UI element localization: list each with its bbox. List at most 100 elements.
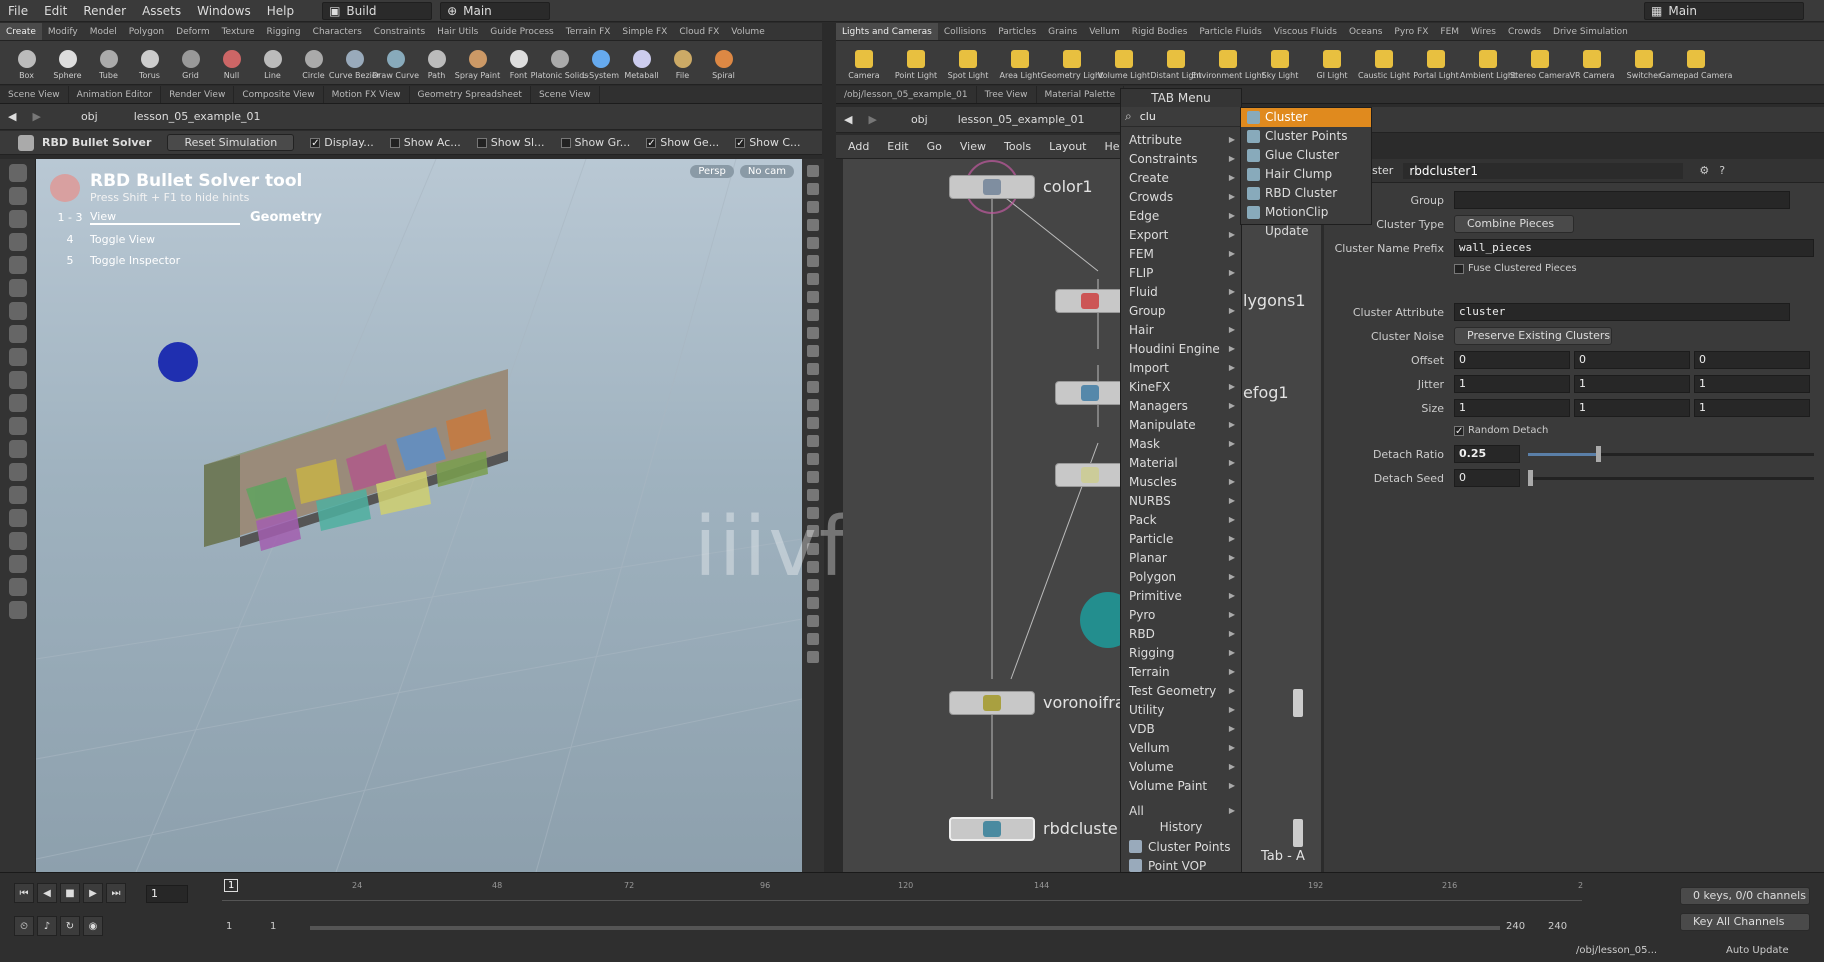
shelf-tab-lights-and-cameras[interactable]: Lights and Cameras: [836, 23, 938, 40]
viewport-option-3-icon[interactable]: [807, 201, 819, 213]
back-arrow-icon[interactable]: ◀: [0, 110, 24, 123]
paint-tool-icon[interactable]: [9, 325, 27, 343]
pane-tab-geometry-spreadsheet[interactable]: Geometry Spreadsheet: [410, 86, 531, 103]
group-field[interactable]: [1454, 191, 1790, 209]
network-obj-crumb[interactable]: obj: [903, 113, 936, 126]
tool-l-system[interactable]: L-System: [580, 46, 621, 80]
detach-ratio-field[interactable]: 0.25: [1454, 445, 1520, 463]
viewport-option-25-icon[interactable]: [807, 597, 819, 609]
viewport-option-28-icon[interactable]: [807, 651, 819, 663]
scene-viewport[interactable]: Persp No cam RBD Bullet Solver tool Pres…: [36, 159, 802, 872]
tool-line[interactable]: Line: [252, 46, 293, 80]
tool-draw-curve[interactable]: Draw Curve: [372, 46, 419, 80]
snap-tool-icon[interactable]: [9, 394, 27, 412]
tool-point-light[interactable]: Point Light: [890, 46, 942, 80]
network-menu-go[interactable]: Go: [927, 140, 942, 153]
shelf-tab-vellum[interactable]: Vellum: [1083, 23, 1125, 40]
tab-menu-cat-test-geometry[interactable]: Test Geometry ▶: [1121, 681, 1241, 700]
tab-menu-cat-import[interactable]: Import ▶: [1121, 358, 1241, 377]
jump-start-icon[interactable]: ⏮: [14, 883, 34, 903]
option-show-sl[interactable]: Show Sl...: [476, 136, 545, 149]
desktop-build-dropdown[interactable]: ▣ Build: [322, 1, 433, 20]
viewport-option-13-icon[interactable]: [807, 381, 819, 393]
size-x[interactable]: 1: [1454, 399, 1570, 417]
tab-menu-cat-material[interactable]: Material ▶: [1121, 453, 1241, 472]
stop-icon[interactable]: ■: [60, 883, 80, 903]
play-back-icon[interactable]: ◀: [37, 883, 57, 903]
tab-menu-cat-crowds[interactable]: Crowds ▶: [1121, 187, 1241, 206]
size-y[interactable]: 1: [1574, 399, 1690, 417]
light-tool-icon[interactable]: [9, 555, 27, 573]
detach-seed-field[interactable]: 0: [1454, 469, 1520, 487]
tab-menu-cat-export[interactable]: Export ▶: [1121, 225, 1241, 244]
cluster-prefix-field[interactable]: wall_pieces: [1454, 239, 1814, 257]
desktop-main-dropdown[interactable]: ⊕ Main: [440, 1, 551, 20]
range-start[interactable]: 1: [226, 921, 232, 932]
tool-sky-light[interactable]: Sky Light: [1254, 46, 1306, 80]
persp-button[interactable]: Persp: [690, 165, 734, 178]
pane-tab-obj-lesson-05-example-01[interactable]: /obj/lesson_05_example_01: [836, 86, 977, 103]
tab-menu-cat-rigging[interactable]: Rigging ▶: [1121, 643, 1241, 662]
result-hair-clump[interactable]: Hair Clump: [1241, 165, 1371, 184]
tool-grid[interactable]: Grid: [170, 46, 211, 80]
workspace-dropdown[interactable]: ▦ Main: [1644, 2, 1804, 20]
menu-file[interactable]: File: [0, 0, 36, 22]
time-ruler[interactable]: 1 24 48 72 96 120 144 192 216 2: [222, 879, 1583, 901]
tab-menu-cat-particle[interactable]: Particle ▶: [1121, 529, 1241, 548]
network-menu-add[interactable]: Add: [848, 140, 869, 153]
viewport-option-17-icon[interactable]: [807, 453, 819, 465]
network-menu-layout[interactable]: Layout: [1049, 140, 1086, 153]
tool-path[interactable]: Path: [416, 46, 457, 80]
network-editor[interactable]: color1 lygons1 efog1 voronoifra rbdclust…: [843, 159, 1321, 872]
viewport-option-15-icon[interactable]: [807, 417, 819, 429]
tab-menu-cat-fem[interactable]: FEM ▶: [1121, 244, 1241, 263]
shelf-tab-deform[interactable]: Deform: [170, 23, 215, 40]
offset-x[interactable]: 0: [1454, 351, 1570, 369]
tab-menu-cat-primitive[interactable]: Primitive ▶: [1121, 586, 1241, 605]
magnet-tool-icon[interactable]: [9, 371, 27, 389]
tool-environment-light[interactable]: Environment Light: [1191, 46, 1265, 80]
edge-tool-icon[interactable]: [9, 440, 27, 458]
cluster-noise-dropdown[interactable]: Preserve Existing Clusters: [1454, 327, 1612, 345]
tool-stereo-camera[interactable]: Stereo Camera: [1510, 46, 1570, 80]
pane-tab-tree-view[interactable]: Tree View: [977, 86, 1037, 103]
range-end[interactable]: 240: [1506, 921, 1525, 932]
menu-help[interactable]: Help: [259, 0, 302, 22]
pane-tab-composite-view[interactable]: Composite View: [234, 86, 324, 103]
tab-menu-cat-utility[interactable]: Utility ▶: [1121, 700, 1241, 719]
result-cluster[interactable]: Cluster: [1241, 108, 1371, 127]
tool-null[interactable]: Null: [211, 46, 252, 80]
tab-menu-cat-vellum[interactable]: Vellum ▶: [1121, 738, 1241, 757]
tab-menu-cat-fluid[interactable]: Fluid ▶: [1121, 282, 1241, 301]
tab-menu-cat-pyro[interactable]: Pyro ▶: [1121, 605, 1241, 624]
tab-menu-cat-flip[interactable]: FLIP ▶: [1121, 263, 1241, 282]
shelf-tab-modify[interactable]: Modify: [42, 23, 84, 40]
view-tool-icon[interactable]: [9, 302, 27, 320]
tab-menu-cat-pack[interactable]: Pack ▶: [1121, 510, 1241, 529]
tab-menu-cat-polygon[interactable]: Polygon ▶: [1121, 567, 1241, 586]
network-back-icon[interactable]: ◀: [836, 113, 860, 126]
detach-ratio-handle[interactable]: [1596, 446, 1601, 462]
viewport-option-7-icon[interactable]: [807, 273, 819, 285]
network-menu-view[interactable]: View: [960, 140, 986, 153]
tool-geometry-light[interactable]: Geometry Light: [1041, 46, 1103, 80]
jitter-z[interactable]: 1: [1694, 375, 1810, 393]
realtime-icon[interactable]: ⏲: [14, 916, 34, 936]
gear-icon[interactable]: ⚙: [1699, 164, 1709, 177]
tool-spray-paint[interactable]: Spray Paint: [455, 46, 500, 80]
node-offscreen-1[interactable]: [1293, 689, 1303, 717]
brush-tool-icon[interactable]: [9, 348, 27, 366]
tab-menu-cat-houdini-engine[interactable]: Houdini Engine ▶: [1121, 339, 1241, 358]
tab-menu-cat-rbd[interactable]: RBD ▶: [1121, 624, 1241, 643]
node-voronoifracture[interactable]: [949, 691, 1035, 715]
tool-sphere[interactable]: Sphere: [47, 46, 88, 80]
shelf-tab-particle-fluids[interactable]: Particle Fluids: [1193, 23, 1267, 40]
tool-box[interactable]: Box: [6, 46, 47, 80]
option-display[interactable]: Display...: [310, 136, 374, 149]
shelf-tab-rigid-bodies[interactable]: Rigid Bodies: [1126, 23, 1194, 40]
tool-volume-light[interactable]: Volume Light: [1098, 46, 1150, 80]
shelf-tab-constraints[interactable]: Constraints: [368, 23, 431, 40]
node-rbdcluster[interactable]: [949, 817, 1035, 841]
camera-tool-icon[interactable]: [9, 532, 27, 550]
pane-tab-scene-view[interactable]: Scene View: [531, 86, 600, 103]
